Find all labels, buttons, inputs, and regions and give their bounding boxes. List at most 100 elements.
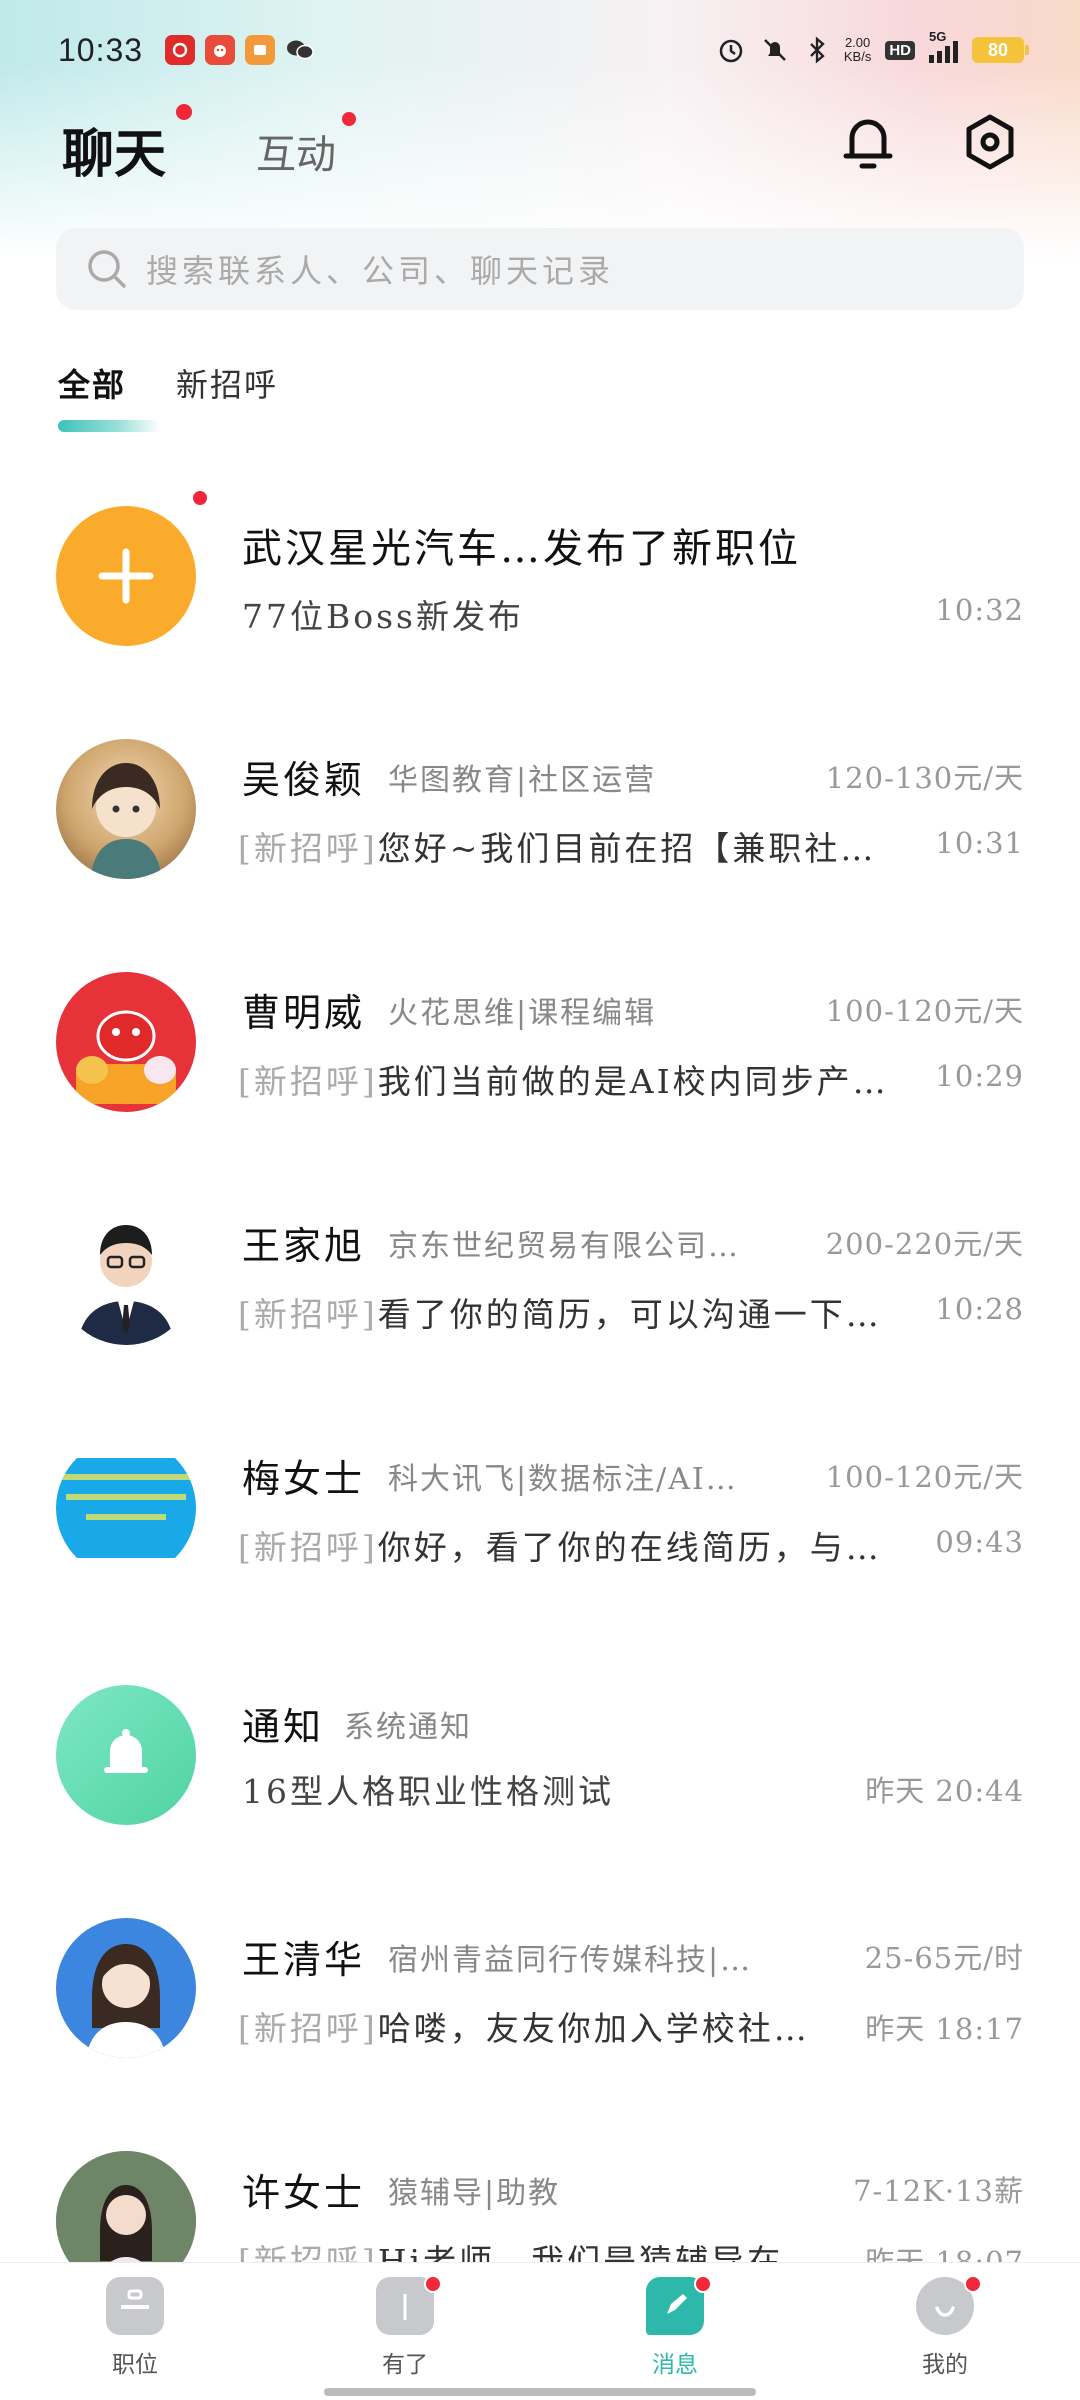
conversation-item[interactable]: 王家旭 京东世纪贸易有限公司… 200-220元/天 [新招呼]看了你的简历，可… <box>0 1139 1080 1372</box>
conversation-salary: 100-120元/天 <box>825 1460 1024 1494</box>
net-speed: 2.00 KB/s <box>844 36 871 64</box>
hd-badge: HD <box>885 40 915 60</box>
conversation-name: 吴俊颖 <box>242 758 366 802</box>
bell-icon <box>104 1729 148 1773</box>
conversation-time: 昨天 18:17 <box>865 2012 1024 2046</box>
conversation-company: 系统通知 <box>344 1710 472 1745</box>
conversation-message: 您好~我们目前在招【兼职社… <box>377 829 877 868</box>
avatar <box>56 972 196 1112</box>
conversation-item[interactable]: 吴俊颖 华图教育|社区运营 120-130元/天 [新招呼]您好~我们目前在招【… <box>0 673 1080 906</box>
network-type: 5G <box>929 29 947 44</box>
nav-youle[interactable]: 有了 <box>270 2263 540 2400</box>
mute-icon <box>763 39 786 61</box>
tab-chat[interactable]: 聊天 <box>62 112 166 187</box>
conversation-message: 哈喽，友友你加入学校社… <box>377 2009 810 2048</box>
conversation-name: 武汉星光汽车…发布了新职位 <box>242 526 801 572</box>
search-icon <box>88 250 126 288</box>
conversation-salary: 7-12K·13薪 <box>853 2174 1024 2208</box>
gear-icon <box>966 114 1014 170</box>
conversation-company: 宿州青益同行传媒科技|… <box>388 1943 753 1978</box>
bell-icon <box>843 119 893 169</box>
conversation-company: 科大讯飞|数据标注/AI… <box>388 1462 738 1497</box>
signal-icon: 5G <box>929 29 958 63</box>
status-bar: 10:33 2.00 KB/s HD 5G 80 <box>0 0 1080 100</box>
settings-button[interactable] <box>958 110 1022 174</box>
conversation-name: 曹明威 <box>242 991 366 1035</box>
avatar <box>56 1918 196 2058</box>
conversation-time: 10:32 <box>935 593 1024 627</box>
conversation-name: 梅女士 <box>242 1457 366 1501</box>
tab-interact[interactable]: 互动 <box>256 122 336 180</box>
conversation-message: 我们当前做的是AI校内同步产… <box>377 1062 889 1101</box>
conversation-name: 王家旭 <box>242 1224 366 1268</box>
alarm-icon <box>719 39 743 63</box>
app-notification-icon <box>205 35 236 65</box>
conversation-salary: 200-220元/天 <box>825 1227 1024 1261</box>
bottom-navigation: 职位 有了 消息 我的 <box>0 2262 1080 2400</box>
new-greeting-tag: [新招呼] <box>238 2009 378 2048</box>
conversation-preview: [新招呼]我们当前做的是AI校内同步产… <box>238 1055 889 1103</box>
status-time: 10:33 <box>58 31 144 68</box>
nav-label: 我的 <box>922 2352 968 2378</box>
tab-interact-badge <box>342 112 356 126</box>
nav-badge <box>694 2275 712 2293</box>
conversation-salary: 120-130元/天 <box>825 761 1024 795</box>
conversation-name: 王清华 <box>242 1938 366 1982</box>
conversation-preview: [新招呼]您好~我们目前在招【兼职社… <box>238 822 876 870</box>
conversation-item[interactable]: 曹明威 火花思维|课程编辑 100-120元/天 [新招呼]我们当前做的是AI校… <box>0 906 1080 1139</box>
nav-label: 消息 <box>652 2352 698 2378</box>
conversation-message: 看了你的简历，可以沟通一下… <box>377 1295 882 1334</box>
net-speed-value: 2.00 <box>844 35 871 50</box>
filter-tab-new-greetings[interactable]: 新招呼 <box>176 360 278 420</box>
conversation-time: 09:43 <box>935 1525 1024 1559</box>
notification-button[interactable] <box>836 110 900 174</box>
filter-tab-all[interactable]: 全部 <box>58 360 161 432</box>
conversation-preview: [新招呼]看了你的简历，可以沟通一下… <box>238 1288 882 1336</box>
search-input[interactable]: 搜索联系人、公司、聊天记录 <box>146 246 614 292</box>
header: 聊天 互动 <box>0 100 1080 210</box>
nav-profile[interactable]: 我的 <box>810 2263 1080 2400</box>
conversation-name: 通知 <box>242 1705 325 1749</box>
nav-messages[interactable]: 消息 <box>540 2263 810 2400</box>
nav-badge <box>424 2275 442 2293</box>
nav-badge <box>964 2275 982 2293</box>
home-indicator[interactable] <box>324 2388 756 2396</box>
new-greeting-tag: [新招呼] <box>238 1528 378 1567</box>
nav-label: 有了 <box>382 2352 428 2378</box>
briefcase-icon <box>106 2277 164 2335</box>
avatar <box>56 1438 196 1578</box>
wechat-icon <box>285 35 315 65</box>
battery-indicator: 80 <box>972 37 1029 63</box>
avatar <box>56 739 196 879</box>
conversation-message: 你好，看了你的在线简历，与… <box>377 1528 882 1567</box>
unread-badge <box>190 488 210 508</box>
conversation-item[interactable]: 梅女士 科大讯飞|数据标注/AI… 100-120元/天 [新招呼]你好，看了你… <box>0 1372 1080 1605</box>
search-bar[interactable]: 搜索联系人、公司、聊天记录 <box>56 228 1024 310</box>
game-app-icon <box>245 35 276 65</box>
conversation-system-notice[interactable]: 通知 系统通知 16型人格职业性格测试 昨天 20:44 <box>0 1605 1080 1838</box>
new-greeting-tag: [新招呼] <box>238 1062 378 1101</box>
conversation-company: 猿辅导|助教 <box>388 2176 561 2211</box>
conversation-salary: 100-120元/天 <box>825 994 1024 1028</box>
conversation-name: 许女士 <box>242 2171 366 2215</box>
conversation-time: 10:29 <box>935 1059 1024 1093</box>
net-speed-unit: KB/s <box>843 49 872 64</box>
conversation-new-jobs[interactable]: 武汉星光汽车…发布了新职位 77位Boss新发布 10:32 <box>0 440 1080 673</box>
avatar <box>56 1205 196 1345</box>
nav-label: 职位 <box>112 2352 158 2378</box>
avatar-system <box>56 1685 196 1825</box>
conversation-time: 昨天 20:44 <box>865 1774 1024 1808</box>
avatar-new-jobs <box>56 506 196 646</box>
conversation-preview: [新招呼]哈喽，友友你加入学校社… <box>238 2002 810 2050</box>
tab-chat-badge <box>176 104 192 120</box>
conversation-message: 77位Boss新发布 <box>242 597 524 636</box>
plus-icon <box>98 548 154 604</box>
netease-music-icon <box>165 35 196 65</box>
conversation-time: 10:31 <box>935 826 1024 860</box>
conversation-item[interactable]: 王清华 宿州青益同行传媒科技|… 25-65元/时 [新招呼]哈喽，友友你加入学… <box>0 1838 1080 2071</box>
bluetooth-icon <box>810 36 825 64</box>
conversation-company: 华图教育|社区运营 <box>388 763 657 798</box>
conversation-company: 京东世纪贸易有限公司… <box>388 1229 740 1264</box>
nav-jobs[interactable]: 职位 <box>0 2263 270 2400</box>
conversation-message: 16型人格职业性格测试 <box>242 1772 614 1811</box>
